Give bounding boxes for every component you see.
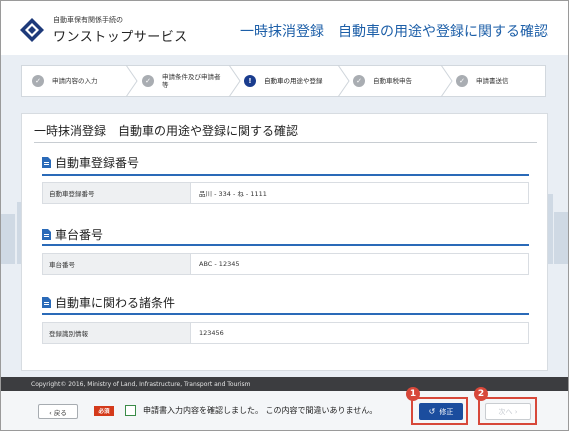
document-icon (42, 157, 51, 168)
row-value: ABC - 12345 (199, 260, 240, 268)
chevron-right-icon (228, 65, 241, 97)
chevron-right-icon (337, 65, 350, 97)
header: 自動車保有関係手続の ワンストップサービス 一時抹消登録 自動車の用途や登録に関… (1, 1, 568, 55)
callout-marker-1: 1 (406, 387, 420, 401)
section-heading-vehicle-conditions: 自動車に関わる諸条件 (42, 294, 175, 311)
step-4: ✓ 自動車税申告 (353, 66, 412, 96)
logo-icon (20, 18, 44, 42)
divider (42, 174, 529, 176)
chevron-right-icon (125, 65, 138, 97)
table-row: 登録識別情報 123456 (42, 322, 529, 344)
next-button[interactable]: 次へ › (485, 403, 531, 420)
confirm-checkbox[interactable] (125, 405, 136, 416)
step-label: 自動車税申告 (373, 77, 412, 85)
required-badge: 必須 (94, 406, 114, 416)
exclamation-icon: ! (244, 75, 256, 87)
check-icon: ✓ (353, 75, 365, 87)
action-bar: ‹ 戻る 必須 申請書入力内容を確認しました。 この内容で間違いありません。 ↺… (1, 387, 568, 430)
table-row: 車台番号 ABC - 12345 (42, 253, 529, 275)
step-5: ✓ 申請書送信 (456, 66, 509, 96)
undo-icon: ↺ (428, 407, 436, 416)
confirm-label: 申請書入力内容を確認しました。 この内容で間違いありません。 (143, 406, 378, 415)
check-icon: ✓ (456, 75, 468, 87)
divider (42, 244, 529, 246)
page-title: 一時抹消登録 自動車の用途や登録に関する確認 (34, 124, 299, 138)
section-heading-chassis-number: 車台番号 (42, 226, 103, 243)
chevron-right-icon (440, 65, 453, 97)
step-3: ! 自動車の用途や登録 (244, 66, 323, 96)
section-title: 自動車に関わる諸条件 (55, 296, 176, 310)
section-heading-registration-number: 自動車登録番号 (42, 154, 139, 171)
step-2: ✓ 申請条件及び申請者等 (142, 66, 224, 96)
section-title: 自動車登録番号 (55, 156, 140, 170)
document-icon (42, 229, 51, 240)
check-icon: ✓ (142, 75, 154, 87)
row-value: 123456 (199, 329, 224, 337)
back-button[interactable]: ‹ 戻る (38, 404, 78, 419)
progress-steps: ✓ 申請内容の入力 ✓ 申請条件及び申請者等 ! 自動車の用途や登録 ✓ 自動車… (21, 65, 546, 97)
logo-subtitle: 自動車保有関係手続の (53, 16, 123, 24)
check-icon: ✓ (32, 75, 44, 87)
callout-marker-2: 2 (474, 387, 488, 401)
edit-button[interactable]: ↺ 修正 (419, 403, 463, 420)
row-key: 自動車登録番号 (43, 183, 191, 203)
row-key: 車台番号 (43, 254, 191, 274)
row-key: 登録識別情報 (43, 323, 191, 343)
document-icon (42, 297, 51, 308)
steps-area: ✓ 申請内容の入力 ✓ 申請条件及び申請者等 ! 自動車の用途や登録 ✓ 自動車… (1, 55, 568, 109)
step-label: 申請条件及び申請者等 (162, 73, 221, 89)
step-label: 申請書送信 (476, 77, 509, 85)
logo-title: ワンストップサービス (53, 30, 188, 45)
app-window: 自動車保有関係手続の ワンストップサービス 一時抹消登録 自動車の用途や登録に関… (0, 0, 569, 431)
divider (42, 313, 529, 315)
section-title: 車台番号 (55, 228, 104, 242)
step-label: 自動車の用途や登録 (264, 77, 323, 85)
confirmation-card: 一時抹消登録 自動車の用途や登録に関する確認 自動車登録番号 自動車登録番号 品… (21, 113, 548, 371)
table-row: 自動車登録番号 品川 - 334 - ね - 1111 (42, 182, 529, 204)
step-label: 申請内容の入力 (52, 77, 98, 85)
row-value: 品川 - 334 - ね - 1111 (199, 190, 267, 198)
divider (34, 142, 537, 143)
step-1: ✓ 申請内容の入力 (32, 66, 98, 96)
edit-button-label: 修正 (439, 407, 454, 416)
header-title: 一時抹消登録 自動車の用途や登録に関する確認 (240, 24, 548, 40)
